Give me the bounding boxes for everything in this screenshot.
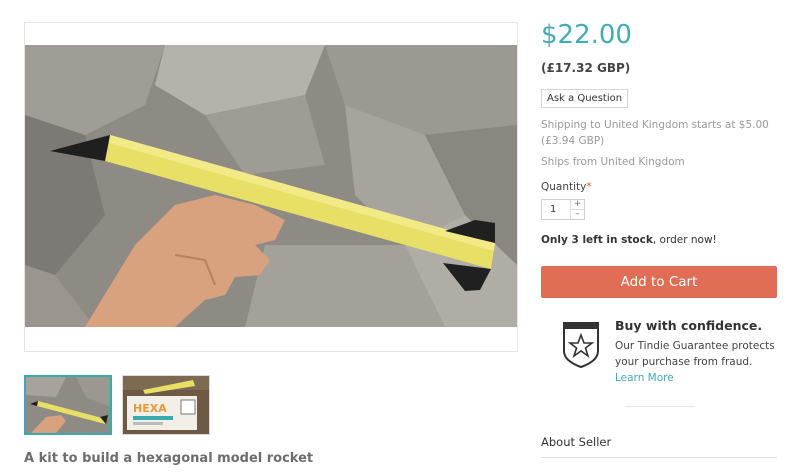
shipping-info: Shipping to United Kingdom starts at $5.… <box>541 119 769 147</box>
quantity-buttons: + – <box>570 200 584 219</box>
product-price-converted: (£17.32 GBP) <box>541 61 631 75</box>
product-description: A kit to build a hexagonal model rocket <box>24 451 314 466</box>
product-main-image[interactable] <box>25 45 517 327</box>
thumbnail-kit-box[interactable]: HEXA <box>122 375 210 435</box>
about-seller-heading[interactable]: About Seller <box>541 435 611 449</box>
rocket-photo <box>25 45 517 327</box>
thumbnail-rocket-image <box>26 377 110 433</box>
ships-from: Ships from United Kingdom <box>541 156 685 168</box>
divider <box>541 457 777 458</box>
quantity-decrease-button[interactable]: – <box>571 210 584 219</box>
shield-star-icon <box>562 321 600 373</box>
stock-count: Only 3 left in stock <box>541 234 653 246</box>
quantity-label-text: Quantity <box>541 181 587 193</box>
confidence-body: Our Tindie Guarantee protects your purch… <box>615 340 775 368</box>
learn-more-link[interactable]: Learn More <box>615 372 674 384</box>
add-to-cart-button[interactable]: Add to Cart <box>541 266 777 298</box>
stock-suffix: , order now! <box>652 234 717 246</box>
divider <box>625 406 695 407</box>
required-mark: * <box>586 181 592 193</box>
product-price: $22.00 <box>541 20 632 50</box>
quantity-label: Quantity* <box>541 181 592 193</box>
ask-question-button[interactable]: Ask a Question <box>541 89 629 108</box>
confidence-text: Our Tindie Guarantee protects your purch… <box>615 338 775 386</box>
quantity-input[interactable]: 1 <box>550 204 556 215</box>
kit-box-logo-text: HEXA <box>133 402 167 415</box>
confidence-title: Buy with confidence. <box>615 318 763 333</box>
thumbnail-kit-box-image: HEXA <box>123 376 209 434</box>
stock-notice: Only 3 left in stock, order now! <box>541 234 717 246</box>
thumbnail-rocket[interactable] <box>24 375 112 435</box>
product-gallery <box>24 22 518 352</box>
quantity-stepper[interactable]: 1 + – <box>541 199 585 220</box>
